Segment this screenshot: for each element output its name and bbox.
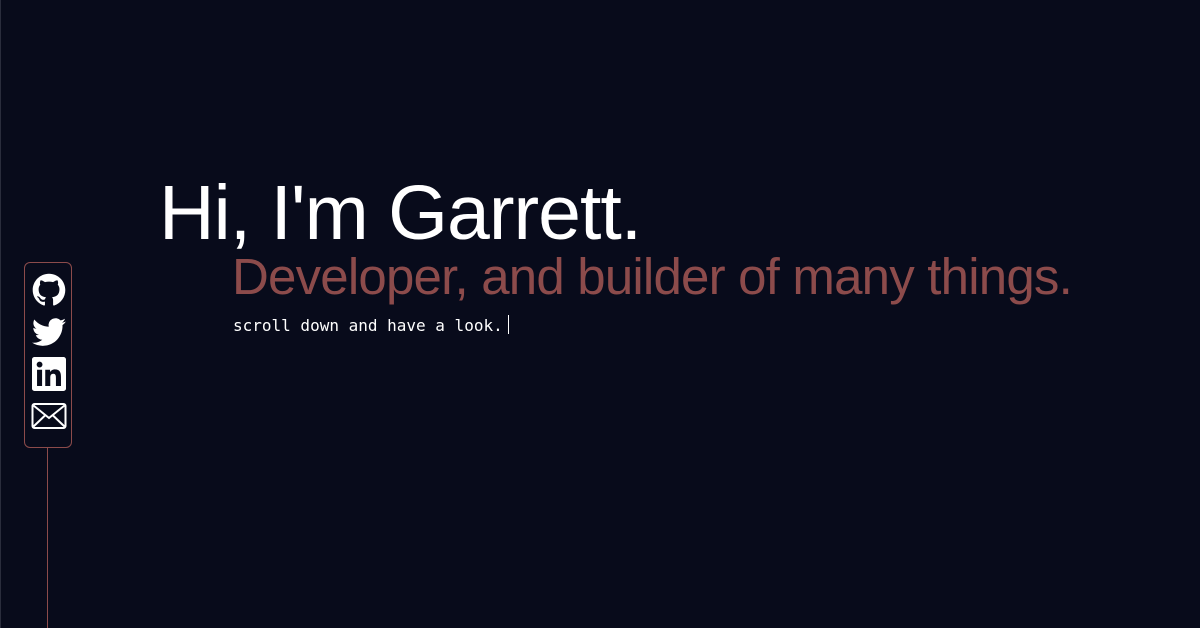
linkedin-icon	[32, 357, 66, 391]
social-links-bar	[24, 262, 72, 448]
twitter-icon	[32, 318, 66, 346]
typing-caret	[507, 315, 509, 334]
social-rail-line	[47, 448, 48, 628]
email-link[interactable]	[31, 398, 67, 434]
github-icon	[32, 273, 66, 306]
page-edge	[0, 0, 1, 628]
email-icon	[31, 403, 67, 429]
hero-subtitle: Developer, and builder of many things.	[232, 248, 1073, 305]
linkedin-link[interactable]	[31, 356, 67, 392]
github-link[interactable]	[31, 272, 67, 308]
hero-tagline-line: scroll down and have a look.	[233, 314, 509, 338]
twitter-link[interactable]	[31, 314, 67, 350]
hero-tagline: scroll down and have a look.	[233, 316, 503, 335]
